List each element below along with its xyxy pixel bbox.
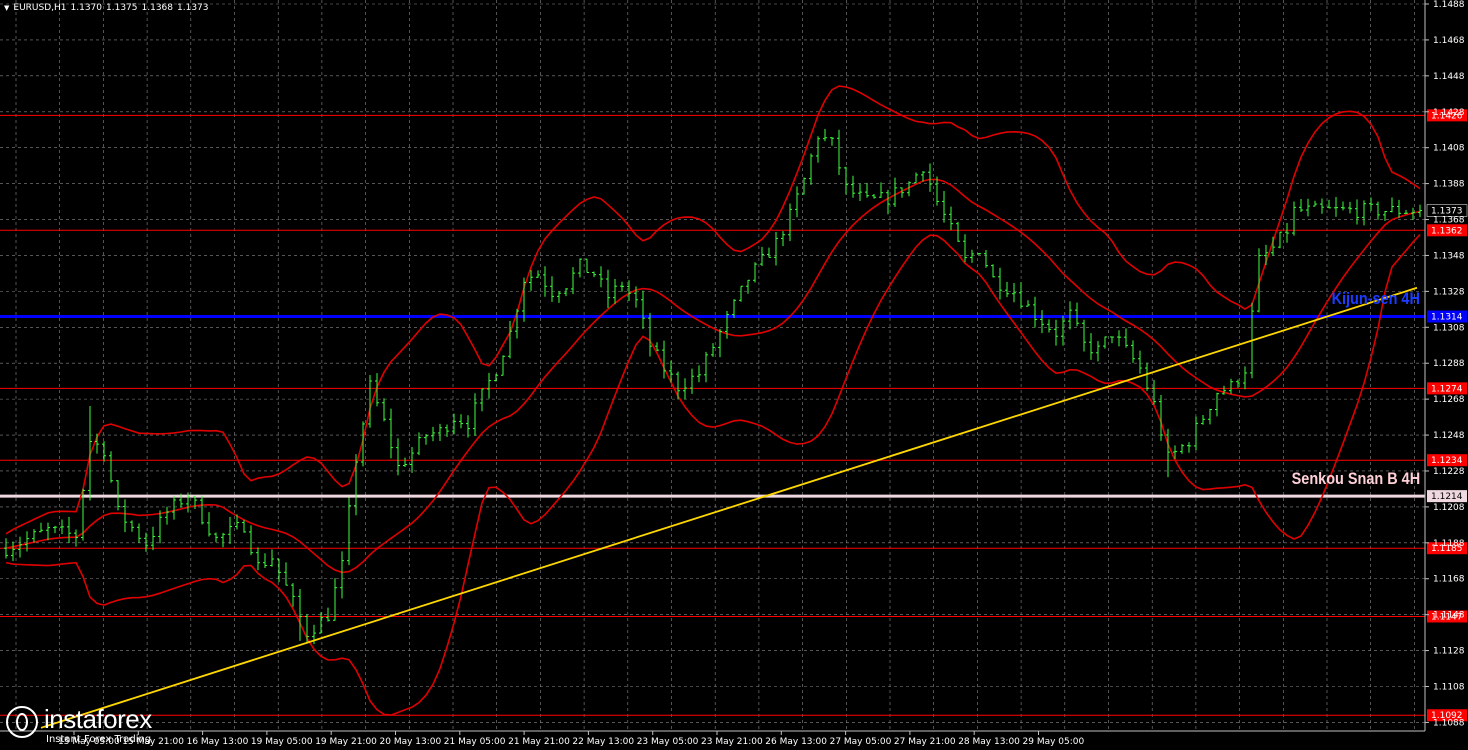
y-tick-label: 1.1468: [1433, 36, 1465, 46]
x-tick-label: 27 May 05:00: [830, 737, 892, 747]
y-tick-label: 1.1148: [1433, 611, 1465, 621]
y-tick-label: 1.1288: [1433, 359, 1465, 369]
kijun-sen-value: 1.1314: [1431, 313, 1463, 323]
x-tick-label: 23 May 05:00: [637, 737, 699, 747]
x-tick-label: 26 May 13:00: [765, 737, 827, 747]
high-value: 1.1375: [106, 3, 138, 13]
x-tick-label: 29 May 05:00: [1023, 737, 1085, 747]
y-tick-label: 1.1208: [1433, 503, 1465, 513]
open-value: 1.1370: [70, 3, 103, 13]
y-tick-label: 1.1188: [1433, 539, 1465, 549]
x-tick-label: 19 May 21:00: [315, 737, 377, 747]
price-chart[interactable]: 1.14261.13621.12741.12341.11851.11471.10…: [0, 0, 1468, 750]
y-tick-label: 1.1108: [1433, 683, 1465, 693]
y-tick-label: 1.1308: [1433, 323, 1465, 333]
y-tick-label: 1.1228: [1433, 467, 1465, 477]
symbol-label: EURUSD,H1: [13, 3, 67, 13]
y-tick-label: 1.1128: [1433, 647, 1465, 657]
price-level-label: 1.1274: [1431, 384, 1463, 394]
y-tick-label: 1.1408: [1433, 144, 1465, 154]
y-tick-label: 1.1368: [1433, 216, 1465, 226]
chart-header: ▼ EURUSD,H1 1.1370 1.1375 1.1368 1.1373: [4, 3, 213, 13]
instaforex-logo: instaforex Instant Forex Trading: [6, 704, 196, 748]
y-tick-label: 1.1328: [1433, 287, 1465, 297]
y-tick-label: 1.1448: [1433, 72, 1465, 82]
y-tick-label: 1.1248: [1433, 431, 1465, 441]
y-tick-label: 1.1488: [1433, 0, 1465, 10]
y-tick-label: 1.1348: [1433, 251, 1465, 261]
senkou-span-b-label: Senkou Snan B 4H: [1291, 469, 1420, 488]
y-tick-label: 1.1168: [1433, 575, 1465, 585]
y-tick-label: 1.1088: [1433, 718, 1465, 728]
x-tick-label: 20 May 13:00: [380, 737, 442, 747]
x-tick-label: 27 May 21:00: [894, 737, 956, 747]
x-tick-label: 23 May 21:00: [701, 737, 763, 747]
low-value: 1.1368: [141, 3, 174, 13]
y-tick-label: 1.1428: [1433, 108, 1465, 118]
menu-triangle-icon[interactable]: ▼: [4, 4, 9, 12]
senkou-span-b-value: 1.1214: [1431, 492, 1463, 502]
kijun-sen-label: Kijun-sen 4H: [1331, 289, 1420, 308]
price-level-label: 1.1234: [1431, 456, 1463, 466]
price-level-label: 1.1362: [1431, 226, 1463, 236]
x-tick-label: 28 May 13:00: [958, 737, 1020, 747]
x-tick-label: 21 May 21:00: [508, 737, 570, 747]
x-tick-label: 21 May 05:00: [444, 737, 506, 747]
x-tick-label: 22 May 13:00: [572, 737, 634, 747]
x-tick-label: 19 May 05:00: [251, 737, 313, 747]
y-tick-label: 1.1268: [1433, 395, 1465, 405]
logo-icon: [6, 706, 38, 738]
close-value: 1.1373: [177, 3, 209, 13]
y-tick-label: 1.1388: [1433, 180, 1465, 190]
